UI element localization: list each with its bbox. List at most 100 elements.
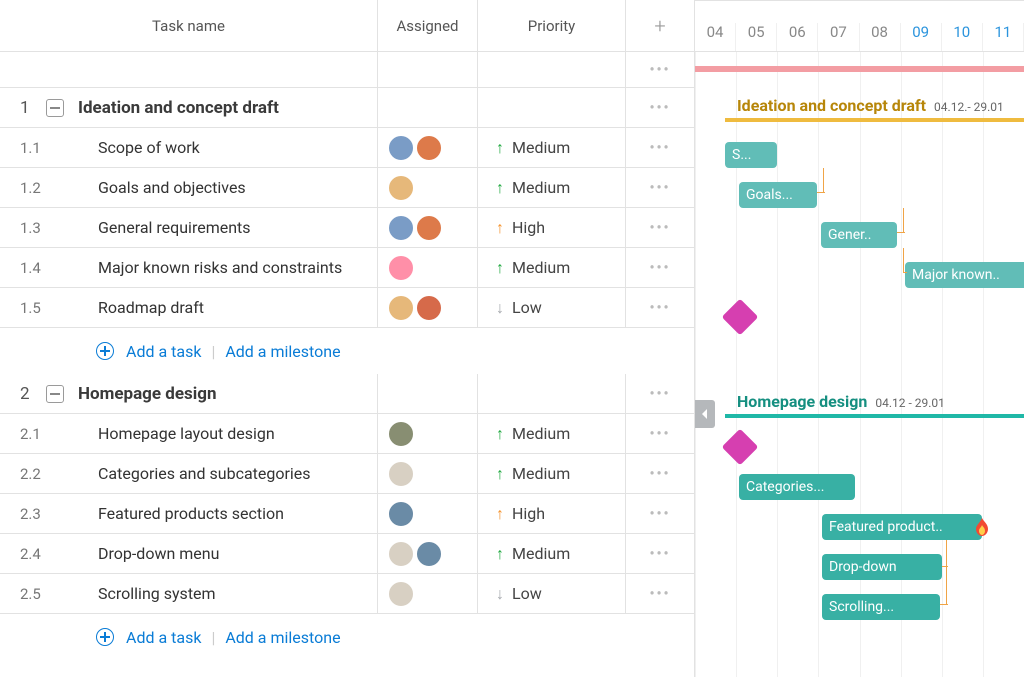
task-row[interactable]: 1.3 General requirements ↑ High ••• bbox=[0, 208, 694, 248]
column-priority[interactable]: Priority bbox=[478, 0, 626, 51]
avatar[interactable] bbox=[416, 135, 442, 161]
task-row[interactable]: 2.4 Drop-down menu ↑ Medium ••• bbox=[0, 534, 694, 574]
avatar[interactable] bbox=[388, 461, 414, 487]
task-row[interactable]: 2.5 Scrolling system ↓ Low ••• bbox=[0, 574, 694, 614]
task-row[interactable]: 2.3 Featured products section ↑ High ••• bbox=[0, 494, 694, 534]
more-icon[interactable]: ••• bbox=[649, 300, 670, 316]
avatar[interactable] bbox=[388, 581, 414, 607]
priority-arrow-icon: ↑ bbox=[496, 178, 504, 198]
avatar[interactable] bbox=[416, 541, 442, 567]
timeline-day[interactable]: 08 bbox=[860, 23, 901, 51]
column-assigned[interactable]: Assigned bbox=[378, 0, 478, 51]
group-title: Homepage design bbox=[78, 384, 217, 404]
gantt-bar[interactable]: Major known.. bbox=[905, 262, 1024, 288]
priority-arrow-icon: ↑ bbox=[496, 464, 504, 484]
collapse-icon[interactable] bbox=[46, 385, 64, 403]
group-index: 1 bbox=[20, 98, 32, 118]
task-row[interactable]: 1.5 Roadmap draft ↓ Low ••• bbox=[0, 288, 694, 328]
avatar[interactable] bbox=[416, 215, 442, 241]
gantt-bar[interactable]: Goals... bbox=[739, 182, 817, 208]
more-icon[interactable]: ••• bbox=[649, 62, 670, 78]
add-milestone-link[interactable]: Add a milestone bbox=[225, 342, 340, 361]
priority-label: Medium bbox=[512, 464, 570, 483]
avatar[interactable] bbox=[388, 541, 414, 567]
task-row[interactable]: 1.4 Major known risks and constraints ↑ … bbox=[0, 248, 694, 288]
avatar[interactable] bbox=[388, 295, 414, 321]
avatar[interactable] bbox=[388, 215, 414, 241]
more-icon[interactable]: ••• bbox=[649, 586, 670, 602]
add-task-link[interactable]: Add a task bbox=[126, 342, 201, 361]
task-name: Drop-down menu bbox=[98, 544, 219, 563]
gantt-bar[interactable]: S... bbox=[725, 142, 777, 168]
dependency-line bbox=[897, 232, 905, 233]
group-header[interactable]: 1 Ideation and concept draft ••• bbox=[0, 88, 694, 128]
avatar[interactable] bbox=[388, 175, 414, 201]
milestone-icon[interactable] bbox=[722, 299, 759, 336]
task-number: 1.3 bbox=[20, 219, 70, 237]
gantt-group-header: Ideation and concept draft04.12.- 29.01 bbox=[737, 96, 1004, 115]
timeline-day[interactable]: 09 bbox=[901, 23, 942, 51]
more-icon[interactable]: ••• bbox=[649, 100, 670, 116]
collapse-gantt-button[interactable] bbox=[695, 400, 715, 428]
task-row[interactable]: 2.2 Categories and subcategories ↑ Mediu… bbox=[0, 454, 694, 494]
more-icon[interactable]: ••• bbox=[649, 220, 670, 236]
avatar[interactable] bbox=[388, 135, 414, 161]
priority-label: Medium bbox=[512, 178, 570, 197]
avatar[interactable] bbox=[388, 501, 414, 527]
timeline-day[interactable]: 05 bbox=[736, 23, 777, 51]
more-icon[interactable]: ••• bbox=[649, 426, 670, 442]
timeline-day[interactable]: 11 bbox=[983, 23, 1024, 51]
more-icon[interactable]: ••• bbox=[649, 466, 670, 482]
gantt-bar[interactable]: Gener.. bbox=[821, 222, 897, 248]
group-index: 2 bbox=[20, 384, 32, 404]
gantt-bar[interactable]: Drop-down bbox=[822, 554, 942, 580]
task-row[interactable]: 1.2 Goals and objectives ↑ Medium ••• bbox=[0, 168, 694, 208]
dependency-line bbox=[903, 208, 904, 232]
gantt-body[interactable]: Ideation and concept draft04.12.- 29.01 S… bbox=[695, 52, 1024, 677]
priority-arrow-icon: ↑ bbox=[496, 544, 504, 564]
priority-label: Medium bbox=[512, 138, 570, 157]
timeline-day[interactable]: 04 bbox=[695, 23, 736, 51]
task-name: Featured products section bbox=[98, 504, 284, 523]
collapse-icon[interactable] bbox=[46, 99, 64, 117]
gantt-bar[interactable]: Scrolling... bbox=[822, 594, 940, 620]
avatar[interactable] bbox=[388, 255, 414, 281]
task-name: Major known risks and constraints bbox=[98, 258, 342, 277]
table-header: Task name Assigned Priority + bbox=[0, 0, 694, 52]
add-row: Add a task | Add a milestone bbox=[0, 328, 694, 374]
more-icon[interactable]: ••• bbox=[649, 180, 670, 196]
milestone-icon[interactable] bbox=[722, 429, 759, 466]
task-row[interactable]: 1.1 Scope of work ↑ Medium ••• bbox=[0, 128, 694, 168]
gantt-panel: 0405060708091011 Ideation and concept dr… bbox=[695, 0, 1024, 677]
more-icon[interactable]: ••• bbox=[649, 506, 670, 522]
task-number: 2.5 bbox=[20, 585, 70, 603]
gantt-group-title: Ideation and concept draft bbox=[737, 96, 926, 115]
task-name: Goals and objectives bbox=[98, 178, 246, 197]
avatar[interactable] bbox=[416, 295, 442, 321]
timeline-day[interactable]: 07 bbox=[818, 23, 859, 51]
add-column-button[interactable]: + bbox=[651, 17, 669, 35]
avatar[interactable] bbox=[388, 421, 414, 447]
timeline-header: 0405060708091011 bbox=[695, 0, 1024, 52]
gantt-bar[interactable]: Featured product.. bbox=[822, 514, 982, 540]
task-row[interactable]: 2.1 Homepage layout design ↑ Medium ••• bbox=[0, 414, 694, 454]
add-task-link[interactable]: Add a task bbox=[126, 628, 201, 647]
priority-arrow-icon: ↑ bbox=[496, 218, 504, 238]
dependency-line bbox=[942, 566, 948, 567]
add-milestone-link[interactable]: Add a milestone bbox=[225, 628, 340, 647]
add-row: Add a task | Add a milestone bbox=[0, 614, 694, 660]
task-number: 2.2 bbox=[20, 465, 70, 483]
more-icon[interactable]: ••• bbox=[649, 260, 670, 276]
plus-icon[interactable] bbox=[96, 628, 114, 646]
gantt-bar[interactable]: Categories... bbox=[739, 474, 855, 500]
priority-label: Medium bbox=[512, 258, 570, 277]
more-icon[interactable]: ••• bbox=[649, 546, 670, 562]
plus-icon[interactable] bbox=[96, 342, 114, 360]
column-task-name[interactable]: Task name bbox=[0, 0, 378, 51]
group-header[interactable]: 2 Homepage design ••• bbox=[0, 374, 694, 414]
more-icon[interactable]: ••• bbox=[649, 140, 670, 156]
more-icon[interactable]: ••• bbox=[649, 386, 670, 402]
timeline-day[interactable]: 06 bbox=[777, 23, 818, 51]
task-number: 1.4 bbox=[20, 259, 70, 277]
timeline-day[interactable]: 10 bbox=[942, 23, 983, 51]
